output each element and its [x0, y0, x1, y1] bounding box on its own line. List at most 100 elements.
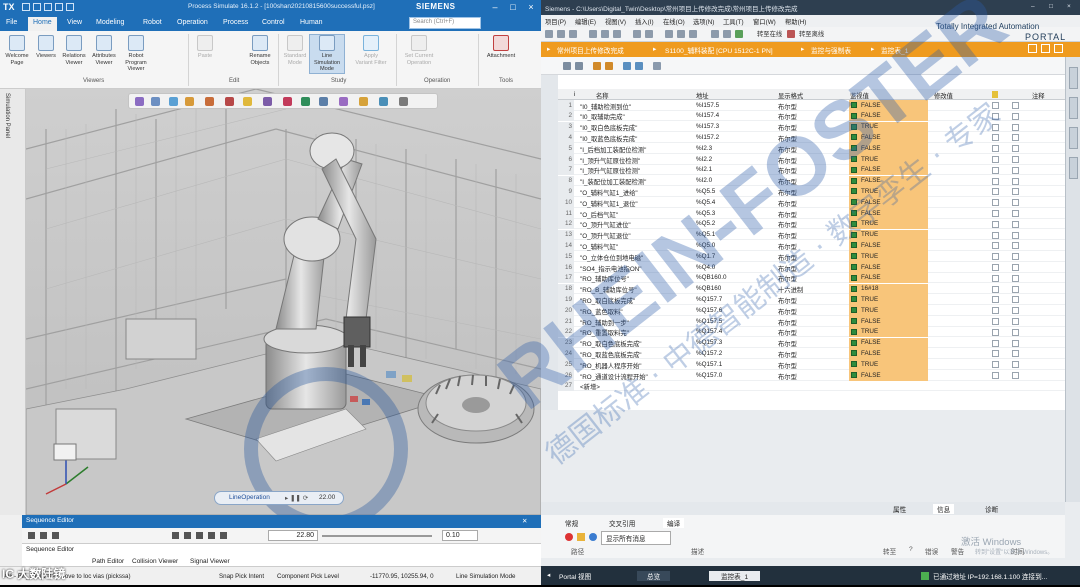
- row-format[interactable]: 布尔型: [778, 372, 797, 381]
- modify-checkbox[interactable]: [992, 220, 999, 228]
- force-checkbox[interactable]: [1012, 318, 1019, 325]
- menu-edit[interactable]: 编辑(E): [575, 17, 596, 26]
- task-card-tab[interactable]: [1069, 157, 1078, 179]
- breadcrumb-device[interactable]: S1100_辅料装配 [CPU 1512C-1 PN]: [665, 45, 773, 55]
- tab-human[interactable]: Human: [300, 19, 323, 26]
- modify-checkbox[interactable]: [992, 231, 999, 239]
- ps-search-input[interactable]: Search (Ctrl+F): [409, 17, 481, 29]
- table-row[interactable]: 24 "RO_取蓝色底板完成" %Q157.2 布尔型 FALSE: [558, 348, 1065, 359]
- row-name[interactable]: "RO_蓝色取料": [580, 307, 623, 316]
- cut-icon[interactable]: [589, 30, 597, 38]
- row-format[interactable]: 布尔型: [778, 112, 797, 121]
- line-operation-player[interactable]: LineOperation ▸ ❚❚ ⟳ 22.00: [214, 491, 344, 505]
- selection-icon[interactable]: [283, 97, 292, 106]
- row-format[interactable]: 布尔型: [778, 220, 797, 229]
- undo-icon[interactable]: [33, 3, 41, 11]
- force-checkbox[interactable]: [1012, 112, 1019, 120]
- row-name[interactable]: "O_顶升气缸退位": [580, 231, 631, 240]
- row-format[interactable]: 布尔型: [778, 156, 797, 165]
- row-address[interactable]: %QB160.0: [696, 274, 726, 281]
- force-checkbox[interactable]: [1012, 372, 1019, 379]
- force-checkbox[interactable]: [1012, 188, 1019, 196]
- modify-checkbox[interactable]: [992, 242, 999, 250]
- force-checkbox[interactable]: [1012, 102, 1019, 109]
- row-format[interactable]: 布尔型: [778, 166, 797, 175]
- modify-checkbox[interactable]: [992, 166, 999, 174]
- row-address[interactable]: %I2.3: [696, 145, 712, 152]
- row-name[interactable]: "RO_B_辅助库位号": [580, 285, 637, 294]
- row-name[interactable]: "O_辅料气缸1_退位": [580, 199, 638, 208]
- breadcrumb-watch-table[interactable]: 监控表_1: [881, 45, 909, 55]
- row-address[interactable]: %Q5.1: [696, 231, 715, 238]
- table-row[interactable]: 5 "I_后档加工装配位检测" %I2.3 布尔型 FALSE: [558, 143, 1065, 154]
- editor-maximize-button[interactable]: [1041, 44, 1050, 53]
- minimize-button[interactable]: –: [487, 0, 503, 16]
- row-name[interactable]: "RO_辅助到一步": [580, 318, 629, 327]
- table-row[interactable]: 15 "O_立体仓位到地电磁" %Q1.7 布尔型 TRUE: [558, 251, 1065, 262]
- modify-checkbox[interactable]: [992, 145, 999, 153]
- row-format[interactable]: 布尔型: [778, 296, 797, 305]
- save-project-icon[interactable]: [569, 30, 577, 38]
- row-format[interactable]: 布尔型: [778, 145, 797, 154]
- row-name[interactable]: <新增>: [580, 382, 600, 391]
- warning-filter-icon[interactable]: [577, 533, 585, 541]
- jump-end-icon[interactable]: [220, 532, 227, 539]
- table-row[interactable]: 25 "RO_机器人程序开始" %Q157.1 布尔型 TRUE: [558, 359, 1065, 370]
- add-row-icon[interactable]: [575, 62, 583, 70]
- watch-table-tab[interactable]: 监控表_1: [709, 571, 761, 581]
- zoom-fit-icon[interactable]: [151, 97, 160, 106]
- minimize-button[interactable]: –: [1031, 3, 1035, 10]
- row-address[interactable]: %Q4.0: [696, 264, 715, 271]
- row-format[interactable]: 布尔型: [778, 123, 797, 132]
- row-format[interactable]: 布尔型: [778, 361, 797, 370]
- tab-sequence-editor[interactable]: Sequence Editor: [26, 546, 74, 553]
- modify-checkbox[interactable]: [992, 296, 999, 304]
- portal-view-arrow[interactable]: ◂: [547, 571, 550, 579]
- monitor-all-icon[interactable]: [623, 62, 631, 70]
- force-checkbox[interactable]: [1012, 156, 1019, 163]
- zoom-icon[interactable]: [135, 97, 144, 106]
- panel-close-icon[interactable]: ✕: [522, 517, 527, 525]
- more-icon[interactable]: [399, 97, 408, 106]
- go-offline-icon[interactable]: [787, 30, 795, 38]
- view-cube-icon[interactable]: [185, 97, 194, 106]
- new-icon[interactable]: [66, 3, 74, 11]
- row-name[interactable]: "RO_机器人程序开始": [580, 361, 642, 370]
- modify-checkbox[interactable]: [992, 350, 999, 358]
- row-format[interactable]: 布尔型: [778, 274, 797, 283]
- play-controls-icon[interactable]: ▸ ❚❚ ⟳: [285, 494, 308, 502]
- standard-mode-button[interactable]: Standard Mode: [282, 35, 308, 66]
- force-checkbox[interactable]: [1012, 285, 1019, 293]
- go-online-button[interactable]: 转至在线: [757, 29, 782, 38]
- modify-checkbox[interactable]: [992, 361, 999, 369]
- view-center-icon[interactable]: [169, 97, 178, 106]
- row-format[interactable]: 布尔型: [778, 350, 797, 359]
- modify-checkbox[interactable]: [992, 264, 999, 271]
- force-checkbox[interactable]: [1012, 350, 1019, 358]
- row-format[interactable]: 布尔型: [778, 318, 797, 327]
- row-address[interactable]: %Q157.4: [696, 328, 722, 335]
- 3d-viewport[interactable]: LineOperation ▸ ❚❚ ⟳ 22.00: [26, 89, 541, 515]
- paste-icon[interactable]: [613, 30, 621, 38]
- row-name[interactable]: "I_装配位加工装配检测": [580, 177, 646, 186]
- row-address[interactable]: %Q5.2: [696, 220, 715, 227]
- rewind-icon[interactable]: [28, 532, 35, 539]
- table-row[interactable]: 22 "RO_重置取料完" %Q157.4 布尔型 TRUE: [558, 326, 1065, 338]
- relations-viewer-button[interactable]: Relations Viewer: [61, 35, 87, 66]
- tab-general[interactable]: 常规: [565, 518, 578, 528]
- breadcrumb-watch-tables[interactable]: 监控与强制表: [811, 45, 851, 55]
- modify-checkbox[interactable]: [992, 210, 999, 217]
- row-name[interactable]: "RO_重置取料完": [580, 328, 629, 337]
- upload-icon[interactable]: [689, 30, 697, 38]
- force-checkbox[interactable]: [1012, 296, 1019, 304]
- time-slider[interactable]: [322, 535, 432, 537]
- row-address[interactable]: %Q5.4: [696, 199, 715, 206]
- row-name[interactable]: "RO_通道设计流程开始": [580, 372, 648, 381]
- table-row[interactable]: 27 <新增>: [558, 380, 1065, 392]
- col-address[interactable]: 地址: [696, 91, 709, 100]
- col-name[interactable]: 名称: [596, 91, 609, 100]
- menu-insert[interactable]: 插入(I): [635, 17, 654, 26]
- table-row[interactable]: 9 "O_辅料气缸1_进给" %Q5.5 布尔型 TRUE: [558, 186, 1065, 197]
- table-row[interactable]: 8 "I_装配位加工装配检测" %I2.0 布尔型 FALSE: [558, 175, 1065, 187]
- pause-icon[interactable]: [196, 532, 203, 539]
